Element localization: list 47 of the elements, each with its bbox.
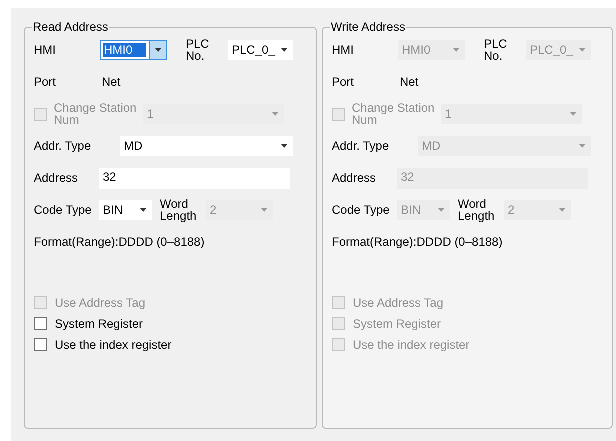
caret-icon: [570, 112, 576, 116]
field-label: Port: [332, 76, 356, 88]
field-label: PLC No.: [484, 38, 508, 62]
dropdown[interactable]: HMI0: [100, 40, 167, 60]
field-label: System Register: [353, 318, 442, 330]
format-text: Format(Range):DDDD (0–8188): [332, 236, 503, 248]
field-label: Use Address Tag: [353, 296, 444, 308]
field-label: Use the index register: [353, 338, 470, 350]
field-label: Code Type: [34, 204, 93, 216]
port-value: Net: [400, 76, 419, 88]
field-label: Use the index register: [55, 338, 172, 350]
field-label: Word Length: [160, 198, 198, 222]
dropdown[interactable]: BIN: [99, 200, 152, 220]
field-label: Addr. Type: [332, 140, 390, 152]
caret-icon: [260, 208, 268, 212]
input-field[interactable]: 32: [99, 168, 290, 188]
field-label: PLC No.: [186, 38, 210, 62]
field-label: Word Length: [458, 198, 496, 222]
format-text: Format(Range):DDDD (0–8188): [34, 236, 205, 248]
caret-icon: [280, 48, 288, 52]
field-label: Addr. Type: [34, 140, 92, 152]
field-label: HMI: [34, 44, 57, 56]
caret-icon: [452, 48, 460, 52]
caret-icon: [154, 48, 162, 52]
dropdown[interactable]: MD: [120, 136, 293, 156]
field-label: Port: [34, 76, 58, 88]
group-title: Read Address: [32, 20, 110, 34]
checkbox[interactable]: [34, 338, 47, 351]
field-label: Use Address Tag: [55, 296, 146, 308]
caret-icon: [140, 208, 146, 212]
field-label: HMI: [332, 44, 355, 56]
caret-icon: [280, 144, 288, 148]
caret-icon: [558, 208, 566, 212]
group-title: Write Address: [330, 20, 406, 34]
field-label: Address: [34, 172, 80, 184]
field-label: Change Station Num: [351, 102, 436, 126]
field-label: Address: [332, 172, 378, 184]
dropdown[interactable]: PLC_0_: [228, 40, 293, 60]
caret-icon: [438, 208, 444, 212]
caret-icon: [578, 144, 586, 148]
port-value: Net: [102, 76, 121, 88]
caret-icon: [578, 48, 586, 52]
checkbox[interactable]: [34, 317, 47, 330]
field-label: Code Type: [332, 204, 391, 216]
field-label: System Register: [55, 318, 144, 330]
field-label: Change Station Num: [53, 102, 138, 126]
caret-icon: [272, 112, 278, 116]
